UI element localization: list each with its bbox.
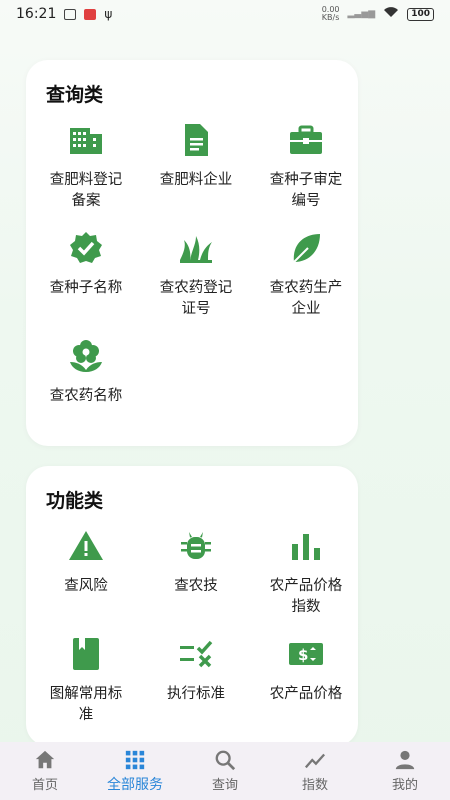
item-label: 查种子审定编号	[269, 172, 343, 209]
query-grid: 查肥料登记备案 查肥料企业 查种子审定编号 查种子名称 查农药登记证号 查农药生…	[26, 118, 358, 442]
item-label: 查风险	[64, 578, 108, 594]
battery-icon: 100	[407, 7, 434, 21]
query-item-pesticide-name[interactable]: 查农药名称	[32, 334, 140, 442]
grid-icon	[125, 750, 145, 769]
item-label: 查种子名称	[49, 280, 123, 296]
checklist-icon	[176, 634, 216, 674]
tab-label: 全部服务	[107, 776, 163, 793]
function-item-risk[interactable]: 查风险	[32, 524, 140, 632]
tab-label: 指数	[301, 778, 328, 793]
function-item-standards-illustrated[interactable]: 图解常用标准	[32, 632, 140, 740]
item-label: 查农技	[174, 578, 218, 594]
query-item-seed-name[interactable]: 查种子名称	[32, 226, 140, 334]
book-icon	[66, 634, 106, 674]
building-icon	[66, 120, 106, 160]
query-section-card: 查询类 查肥料登记备案 查肥料企业 查种子审定编号 查种子名称 查农药登记证号 …	[26, 60, 358, 446]
function-grid: 查风险 查农技 农产品价格指数 图解常用标准 执行标准 $ 农产品价格	[26, 524, 358, 740]
function-section-title: 功能类	[46, 490, 104, 512]
status-bar: 16:21 ψ 0.00 KB/s ▂▃▅▆ 100	[0, 0, 450, 28]
tab-search[interactable]: 查询	[180, 749, 270, 793]
query-item-fertilizer-registration[interactable]: 查肥料登记备案	[32, 118, 140, 226]
query-section-title: 查询类	[46, 84, 104, 106]
home-icon	[35, 750, 55, 769]
document-icon	[176, 120, 216, 160]
person-icon	[395, 750, 415, 770]
warning-icon	[66, 526, 106, 566]
app-notification-icon	[84, 8, 97, 20]
function-item-agri-tech[interactable]: 查农技	[142, 524, 250, 632]
item-label: 查肥料企业	[159, 172, 233, 188]
query-item-seed-approval[interactable]: 查种子审定编号	[252, 118, 360, 226]
function-item-execution-standard[interactable]: 执行标准	[142, 632, 250, 740]
notification-icon	[64, 8, 77, 20]
function-item-price-index[interactable]: 农产品价格指数	[252, 524, 360, 632]
bottom-tab-bar: 首页 全部服务 查询 指数 我的	[0, 742, 450, 800]
wifi-icon	[383, 6, 399, 22]
search-icon	[215, 750, 236, 771]
item-label: 图解常用标准	[49, 686, 123, 723]
query-item-pesticide-company[interactable]: 查农药生产企业	[252, 226, 360, 334]
briefcase-icon	[286, 120, 326, 160]
svg-text:$: $	[298, 646, 308, 664]
item-label: 执行标准	[167, 686, 225, 702]
tab-label: 首页	[31, 778, 58, 793]
network-speed: 0.00 KB/s	[321, 5, 340, 22]
function-section-card: 功能类 查风险 查农技 农产品价格指数 图解常用标准 执行标准 $ 农产品价格	[26, 466, 358, 746]
query-item-pesticide-registration[interactable]: 查农药登记证号	[142, 226, 250, 334]
tab-mine[interactable]: 我的	[360, 749, 450, 793]
flower-icon	[66, 336, 106, 376]
tab-all-services[interactable]: 全部服务	[90, 749, 180, 794]
item-label: 农产品价格	[269, 686, 343, 702]
usb-icon: ψ	[104, 7, 113, 21]
signal-icon: ▂▃▅▆	[347, 9, 376, 19]
bug-icon	[176, 526, 216, 566]
trend-icon	[304, 753, 326, 769]
item-label: 查农药名称	[49, 388, 123, 404]
verified-badge-icon	[66, 228, 106, 268]
grass-icon	[176, 228, 216, 268]
item-label: 农产品价格指数	[269, 578, 343, 615]
query-item-fertilizer-company[interactable]: 查肥料企业	[142, 118, 250, 226]
tab-label: 我的	[391, 778, 418, 793]
item-label: 查肥料登记备案	[49, 172, 123, 209]
item-label: 查农药生产企业	[269, 280, 343, 317]
tab-index[interactable]: 指数	[270, 749, 360, 793]
status-time: 16:21	[16, 6, 57, 22]
price-tag-icon: $	[286, 634, 326, 674]
tab-label: 查询	[211, 778, 238, 793]
tab-home[interactable]: 首页	[0, 749, 90, 793]
bar-chart-icon	[286, 526, 326, 566]
function-item-agri-price[interactable]: $ 农产品价格	[252, 632, 360, 740]
item-label: 查农药登记证号	[159, 280, 233, 317]
leaf-icon	[286, 228, 326, 268]
